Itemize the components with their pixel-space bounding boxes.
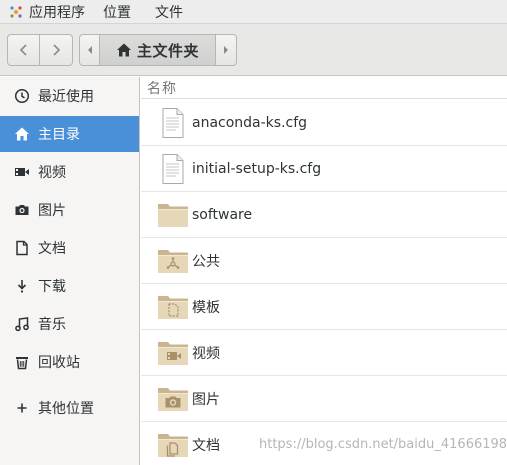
sidebar-item-label: 其他位置 — [38, 401, 94, 417]
list-item[interactable]: 图片 — [141, 376, 507, 422]
sidebar-item-home[interactable]: 主目录 — [0, 116, 139, 152]
folder-videos-icon — [157, 337, 189, 369]
list-item[interactable]: 公共 — [141, 238, 507, 284]
path-bar: 主文件夹 — [79, 34, 237, 66]
home-icon — [116, 43, 131, 57]
watermark-text: https://blog.csdn.net/baidu_41666198 — [259, 437, 507, 452]
applications-logo-icon — [9, 5, 23, 19]
list-item[interactable]: 视频 — [141, 330, 507, 376]
sidebar-item-documents[interactable]: 文档 — [0, 230, 139, 266]
top-panel: 应用程序 位置 文件 — [0, 0, 507, 24]
folder-pictures-icon — [157, 383, 189, 415]
places-sidebar: 最近使用 主目录 视频 图片 文档 下载 音乐 回收站 其他位置 — [0, 77, 140, 465]
back-button[interactable] — [8, 35, 40, 65]
trash-icon — [14, 354, 30, 370]
folder-public-icon — [157, 245, 189, 277]
file-name: initial-setup-ks.cfg — [192, 161, 322, 177]
path-home-button[interactable]: 主文件夹 — [100, 35, 216, 65]
sidebar-item-label: 回收站 — [38, 355, 80, 371]
text-file-icon — [157, 107, 189, 139]
file-name: 视频 — [192, 346, 220, 362]
clock-icon — [14, 88, 30, 104]
places-menu[interactable]: 位置 — [99, 2, 155, 22]
music-icon — [14, 316, 30, 332]
folder-icon — [157, 199, 189, 231]
sidebar-item-videos[interactable]: 视频 — [0, 154, 139, 190]
file-name: software — [192, 207, 253, 223]
file-list: 名称 anaconda-ks.cfg initial-setup-ks.cfg … — [141, 77, 507, 465]
text-file-icon — [157, 153, 189, 185]
path-scroll-right-button[interactable] — [216, 35, 236, 65]
file-name: 公共 — [192, 254, 220, 270]
sidebar-item-music[interactable]: 音乐 — [0, 306, 139, 342]
camera-icon — [14, 202, 30, 218]
sidebar-item-label: 音乐 — [38, 317, 66, 333]
list-item[interactable]: initial-setup-ks.cfg — [141, 146, 507, 192]
video-icon — [14, 164, 30, 180]
folder-documents-icon — [157, 429, 189, 461]
list-item[interactable]: 模板 — [141, 284, 507, 330]
sidebar-item-label: 文档 — [38, 241, 66, 257]
sidebar-item-downloads[interactable]: 下载 — [0, 268, 139, 304]
file-name: 文档 — [192, 438, 220, 454]
navigation-buttons — [7, 34, 73, 66]
folder-templates-icon — [157, 291, 189, 323]
sidebar-item-label: 图片 — [38, 203, 66, 219]
forward-button[interactable] — [40, 35, 72, 65]
sidebar-item-trash[interactable]: 回收站 — [0, 344, 139, 380]
plus-icon — [14, 400, 30, 416]
chevron-right-icon — [53, 44, 61, 56]
sidebar-item-label: 最近使用 — [38, 89, 94, 105]
sidebar-item-pictures[interactable]: 图片 — [0, 192, 139, 228]
document-icon — [14, 240, 30, 256]
list-item[interactable]: anaconda-ks.cfg — [141, 100, 507, 146]
list-item[interactable]: software — [141, 192, 507, 238]
sidebar-item-recent[interactable]: 最近使用 — [0, 78, 139, 114]
column-header-name[interactable]: 名称 — [141, 77, 507, 99]
sidebar-item-label: 视频 — [38, 165, 66, 181]
path-current-label: 主文件夹 — [136, 41, 199, 60]
file-name: 模板 — [192, 300, 220, 316]
chevron-left-icon — [19, 44, 27, 56]
sidebar-item-label: 主目录 — [38, 127, 80, 143]
triangle-right-icon — [224, 46, 228, 54]
triangle-left-icon — [87, 46, 92, 54]
sidebar-item-other-locations[interactable]: 其他位置 — [0, 390, 139, 426]
toolbar: 主文件夹 — [0, 24, 507, 76]
path-scroll-left-button[interactable] — [80, 35, 100, 65]
file-menu[interactable]: 文件 — [155, 2, 193, 22]
sidebar-item-label: 下载 — [38, 279, 66, 295]
home-icon — [14, 126, 30, 142]
download-icon — [14, 278, 30, 294]
applications-menu[interactable]: 应用程序 — [29, 2, 99, 22]
file-name: 图片 — [192, 392, 220, 408]
file-name: anaconda-ks.cfg — [192, 115, 308, 131]
